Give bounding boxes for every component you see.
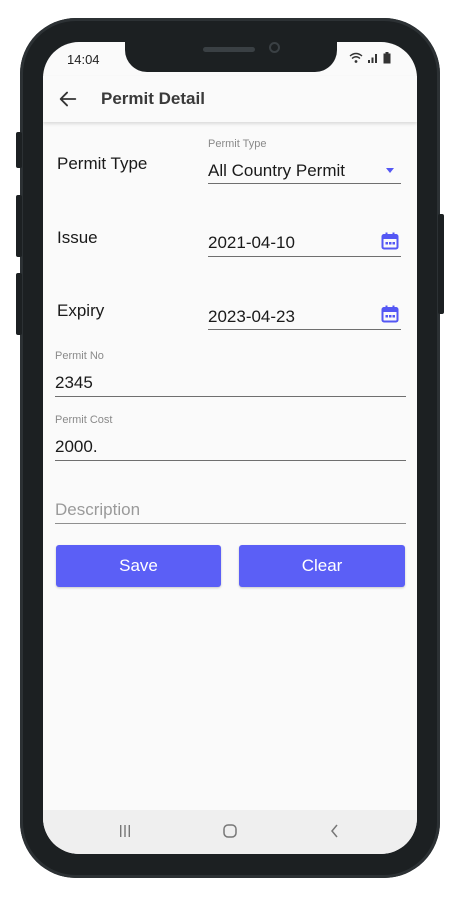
dropdown-arrow-icon[interactable] — [386, 168, 394, 173]
permit-no-caption: Permit No — [55, 350, 104, 362]
notch — [125, 42, 337, 72]
back-arrow-icon[interactable] — [57, 88, 79, 110]
status-icons — [349, 52, 391, 64]
permit-type-select[interactable]: All Country Permit — [208, 161, 345, 181]
permit-no-input[interactable]: 2345 — [55, 373, 93, 393]
permit-no-underline — [55, 396, 406, 397]
description-underline — [55, 523, 406, 524]
signal-icon — [368, 54, 377, 63]
phone-volume-up — [16, 195, 22, 257]
permit-type-label: Permit Type — [57, 154, 148, 173]
issue-underline — [208, 256, 401, 257]
calendar-icon[interactable] — [381, 232, 399, 250]
speaker — [203, 47, 255, 52]
issue-label: Issue — [57, 228, 98, 247]
wifi-icon — [349, 52, 363, 63]
save-button[interactable]: Save — [56, 545, 221, 587]
permit-type-caption: Permit Type — [208, 138, 267, 150]
home-icon[interactable] — [222, 823, 238, 839]
expiry-underline — [208, 329, 401, 330]
phone-side-button — [16, 132, 22, 168]
permit-cost-caption: Permit Cost — [55, 414, 113, 426]
battery-icon — [383, 52, 391, 64]
status-time: 14:04 — [67, 52, 100, 67]
page-title: Permit Detail — [101, 89, 205, 108]
expiry-date-field[interactable]: 2023-04-23 — [208, 307, 295, 327]
permit-cost-underline — [55, 460, 406, 461]
recents-icon[interactable] — [118, 824, 132, 838]
permit-cost-input[interactable]: 2000. — [55, 437, 98, 457]
screen: 14:04 Permit Detail Permit Type Permit T… — [43, 42, 417, 854]
permit-type-underline — [208, 183, 401, 184]
expiry-label: Expiry — [57, 301, 105, 320]
description-input[interactable]: Description — [55, 500, 140, 520]
system-nav-bar — [43, 810, 417, 854]
camera — [269, 42, 280, 53]
phone-power-button — [438, 214, 444, 314]
phone-volume-down — [16, 273, 22, 335]
back-nav-icon[interactable] — [329, 824, 341, 838]
clear-button[interactable]: Clear — [239, 545, 405, 587]
app-bar: Permit Detail — [43, 76, 417, 122]
calendar-icon[interactable] — [381, 305, 399, 323]
issue-date-field[interactable]: 2021-04-10 — [208, 233, 295, 253]
